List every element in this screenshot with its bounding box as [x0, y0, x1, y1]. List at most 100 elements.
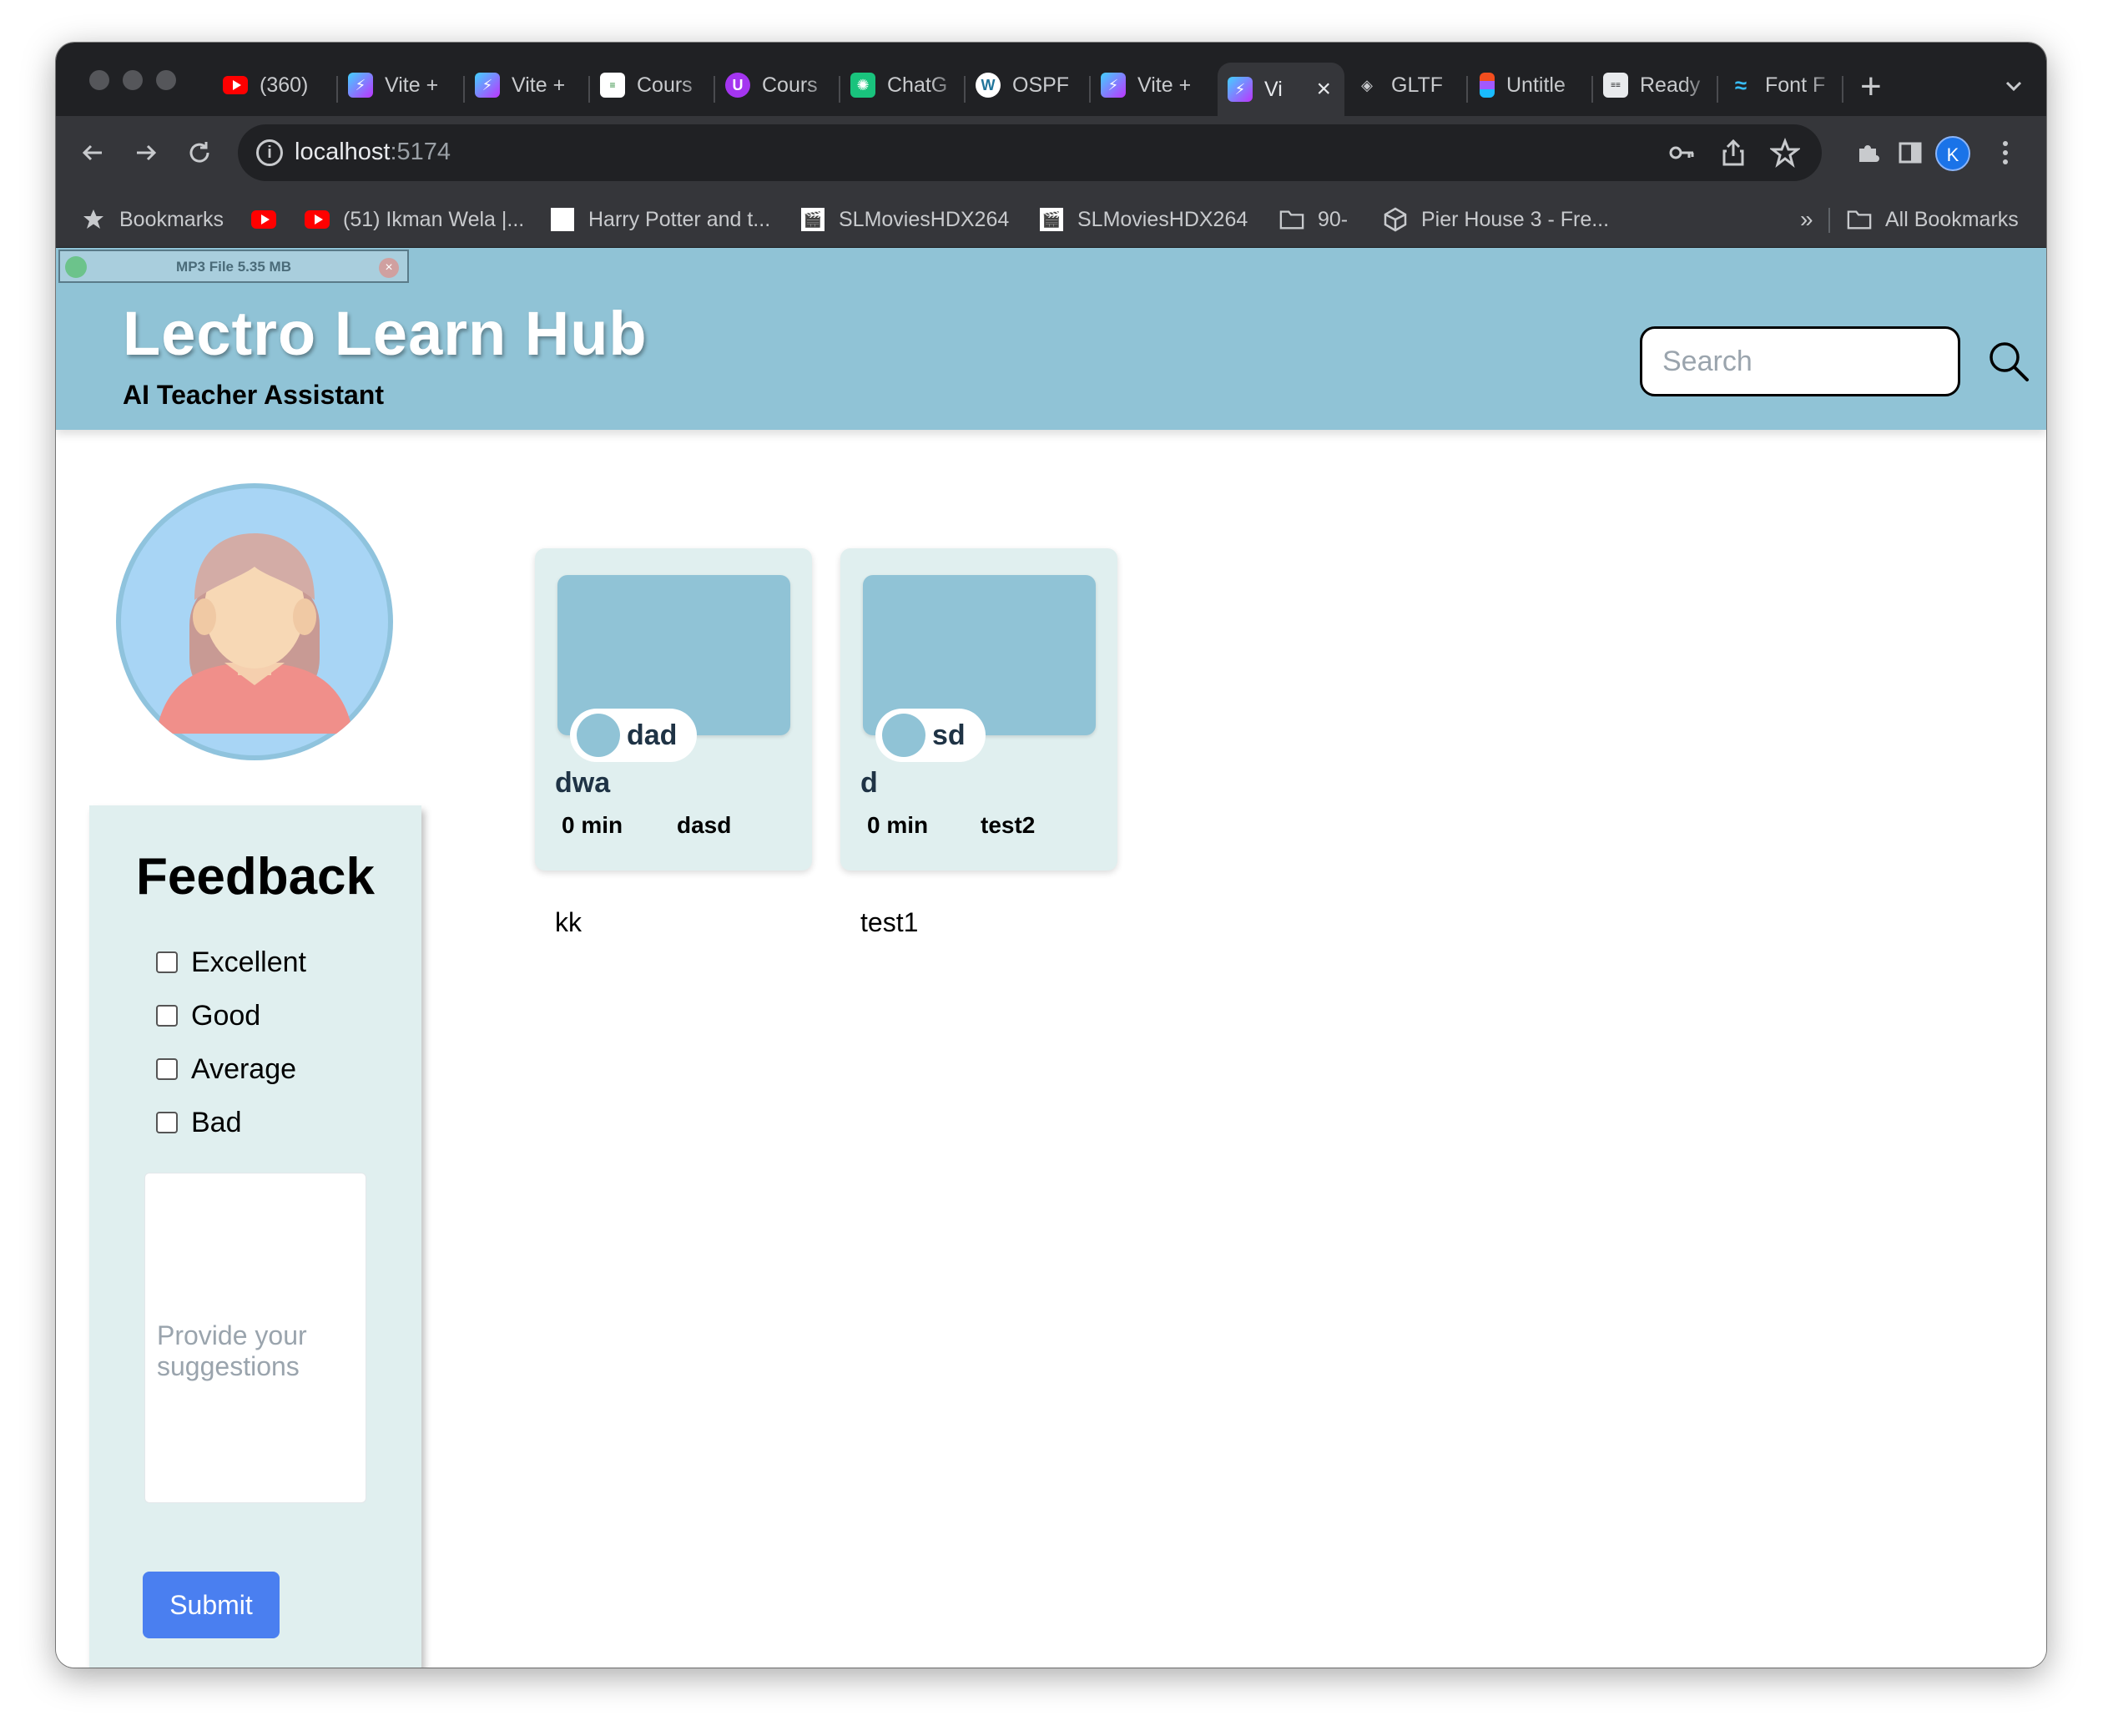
- new-tab-icon[interactable]: +: [1860, 66, 1882, 108]
- feedback-option-good[interactable]: Good: [156, 999, 260, 1032]
- movie-icon: 🎬: [1039, 208, 1064, 231]
- checkbox[interactable]: [156, 1058, 178, 1080]
- profile-avatar[interactable]: K: [1935, 136, 1970, 171]
- tab-title: Cours: [637, 73, 693, 97]
- bookmark-label: Harry Potter and t...: [588, 207, 771, 231]
- bookmark-label: SLMoviesHDX264: [1077, 207, 1248, 231]
- bookmark-star-icon[interactable]: [1768, 137, 1802, 168]
- tab-ready[interactable]: ≡≡ Ready: [1603, 63, 1717, 108]
- menu-kebab-icon[interactable]: [1985, 133, 2025, 173]
- extensions-icon[interactable]: [1848, 133, 1889, 173]
- bookmark-label: (51) Ikman Wela |...: [343, 207, 525, 231]
- tab-gltf[interactable]: ◈ GLTF: [1354, 63, 1471, 108]
- author-name: dad: [627, 719, 678, 751]
- youtube-icon: [251, 208, 276, 231]
- course-title: dwa: [555, 767, 611, 799]
- back-arrow-icon[interactable]: [71, 131, 114, 174]
- course-card[interactable]: dad dwa 0 min dasd: [535, 548, 812, 871]
- close-window-button[interactable]: [89, 70, 109, 90]
- tab-ospf[interactable]: W OSPF: [976, 63, 1092, 108]
- tab-youtube[interactable]: (360): [223, 63, 331, 108]
- submit-button[interactable]: Submit: [143, 1572, 280, 1638]
- forward-arrow-icon[interactable]: [124, 131, 168, 174]
- course-title: d: [860, 767, 878, 799]
- movie-icon: 🎬: [800, 208, 825, 231]
- tab-vite-2[interactable]: ⚡ Vite +: [475, 63, 592, 108]
- checkbox[interactable]: [156, 1112, 178, 1133]
- author-chip: dad: [570, 709, 698, 762]
- checkbox[interactable]: [156, 1005, 178, 1027]
- mp3-download-bar[interactable]: MP3 File 5.35 MB ×: [58, 250, 409, 283]
- wordpress-icon: W: [976, 73, 1001, 98]
- bookmark-item-pier-house[interactable]: Pier House 3 - Fre...: [1383, 206, 1609, 233]
- address-url[interactable]: localhost:5174: [295, 139, 451, 166]
- unity-icon: [1383, 207, 1408, 232]
- tab-search-icon[interactable]: [2000, 73, 2027, 99]
- tab-title: Vite +: [385, 73, 439, 97]
- feedback-textarea[interactable]: [144, 1173, 366, 1503]
- bookmark-item-ikman-wela[interactable]: (51) Ikman Wela |...: [305, 206, 524, 233]
- key-icon[interactable]: [1667, 138, 1697, 168]
- bookmark-item-bookmarks[interactable]: Bookmarks: [81, 206, 224, 233]
- page-content: MP3 File 5.35 MB × Lectro Learn Hub AI T…: [56, 248, 2046, 1668]
- feedback-option-average[interactable]: Average: [156, 1052, 296, 1086]
- feedback-option-bad[interactable]: Bad: [156, 1106, 242, 1139]
- author-avatar: [882, 714, 925, 757]
- site-header: MP3 File 5.35 MB × Lectro Learn Hub AI T…: [56, 248, 2046, 430]
- search-icon[interactable]: [1985, 338, 2032, 385]
- tab-chatgpt[interactable]: ✺ ChatG: [850, 63, 964, 108]
- bookmark-item-youtube[interactable]: [251, 206, 290, 233]
- course-card[interactable]: sd d 0 min test2: [840, 548, 1117, 871]
- feedback-title: Feedback: [135, 848, 376, 906]
- user-avatar: [116, 483, 393, 760]
- bookmarks-overflow-button[interactable]: »: [1800, 206, 1813, 233]
- tab-vite-active[interactable]: ⚡ Vi ×: [1218, 63, 1344, 116]
- checkbox[interactable]: [156, 951, 178, 973]
- course-caption: test1: [860, 907, 919, 937]
- tab-vite-3[interactable]: ⚡ Vite +: [1101, 63, 1214, 108]
- tab-vite-1[interactable]: ⚡ Vite +: [348, 63, 465, 108]
- close-tab-icon[interactable]: ×: [1316, 75, 1331, 103]
- bookmark-item-harry-potter[interactable]: Harry Potter and t...: [550, 206, 770, 233]
- site-subtitle: AI Teacher Assistant: [123, 380, 384, 410]
- youtube-icon: [223, 73, 248, 98]
- all-bookmarks-button[interactable]: All Bookmarks: [1847, 206, 2019, 233]
- tab-figma[interactable]: Untitle: [1480, 63, 1593, 108]
- side-panel-icon[interactable]: [1890, 133, 1930, 173]
- bookmark-item-slmovies-2[interactable]: 🎬 SLMoviesHDX264: [1039, 206, 1248, 233]
- site-info-icon[interactable]: i: [256, 139, 283, 166]
- tab-course-1[interactable]: ≡ Cours: [600, 63, 714, 108]
- browser-toolbar: i localhost:5174 K: [56, 116, 2046, 189]
- tab-title: Font F: [1765, 73, 1826, 97]
- course-icon: ≡: [600, 73, 625, 98]
- vite-icon: ⚡: [348, 73, 373, 98]
- folder-icon: [1847, 208, 1872, 231]
- maximize-window-button[interactable]: [156, 70, 176, 90]
- tab-title: ChatG: [887, 73, 948, 97]
- share-icon[interactable]: [1718, 138, 1748, 168]
- mp3-file-label: MP3 File 5.35 MB: [176, 259, 291, 275]
- bookmark-label: Pier House 3 - Fre...: [1421, 207, 1610, 231]
- vite-icon: ⚡: [1228, 77, 1253, 102]
- tab-title: (360): [260, 73, 309, 97]
- option-label: Excellent: [191, 946, 306, 978]
- minimize-window-button[interactable]: [123, 70, 143, 90]
- author-name: sd: [932, 719, 966, 751]
- tab-font[interactable]: ≈ Font F: [1728, 63, 1842, 108]
- feedback-option-excellent[interactable]: Excellent: [156, 946, 306, 979]
- address-bar[interactable]: i localhost:5174: [238, 124, 1822, 181]
- bookmark-item-slmovies-1[interactable]: 🎬 SLMoviesHDX264: [800, 206, 1009, 233]
- search-input[interactable]: [1640, 326, 1960, 396]
- reload-icon[interactable]: [178, 131, 221, 174]
- figma-icon: [1480, 73, 1495, 98]
- youtube-icon: [305, 208, 330, 231]
- ready-icon: ≡≡: [1603, 73, 1628, 98]
- course-duration: 0 min: [562, 812, 623, 838]
- udemy-icon: U: [725, 73, 750, 98]
- bookmark-item-folder-90[interactable]: 90-: [1279, 206, 1348, 233]
- tab-course-2[interactable]: U Cours: [725, 63, 839, 108]
- close-icon[interactable]: ×: [379, 258, 399, 278]
- tab-title: Ready: [1640, 73, 1701, 97]
- star-icon: [81, 208, 106, 231]
- site-title: Lectro Learn Hub: [123, 299, 648, 368]
